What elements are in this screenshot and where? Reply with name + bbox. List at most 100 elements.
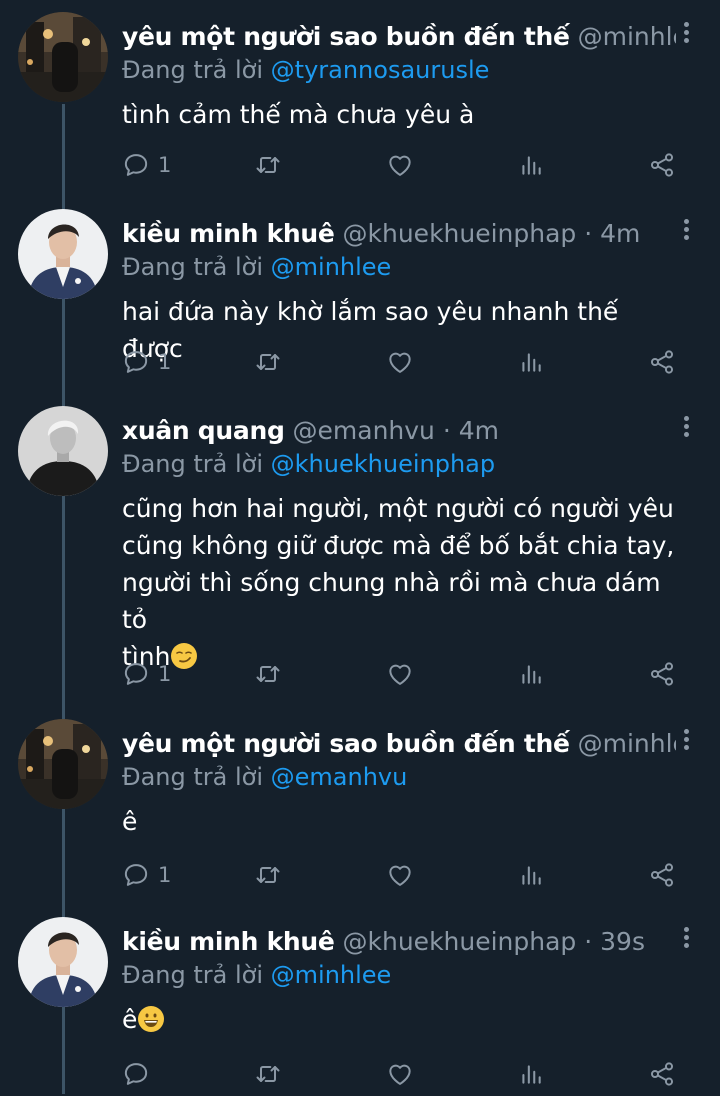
retweet-icon bbox=[254, 861, 282, 889]
display-name[interactable]: yêu một người sao buồn đến thế bbox=[122, 22, 570, 51]
handle-meta[interactable]: @minhlee ·... bbox=[578, 22, 676, 51]
stats-icon bbox=[518, 348, 544, 376]
avatar[interactable] bbox=[18, 209, 108, 299]
more-options-icon[interactable] bbox=[682, 219, 690, 249]
share-button[interactable] bbox=[648, 148, 676, 182]
reply-prefix: Đang trả lời bbox=[122, 56, 264, 84]
handle-meta[interactable]: @minhlee ·... bbox=[578, 729, 676, 758]
reply-button[interactable]: 1 bbox=[122, 858, 171, 892]
tweet[interactable]: yêu một người sao buồn đến thế @minhlee … bbox=[0, 719, 720, 907]
retweet-button[interactable] bbox=[254, 345, 282, 379]
tweet-header: kiều minh khuê @khuekhueinphap · 39s bbox=[122, 925, 676, 959]
reply-mention[interactable]: @minhlee bbox=[271, 253, 392, 281]
tweet[interactable]: xuân quang @emanhvu · 4m Đang trả lời @k… bbox=[0, 406, 720, 706]
like-button[interactable] bbox=[386, 1057, 414, 1091]
display-name[interactable]: kiều minh khuê bbox=[122, 219, 335, 248]
handle-meta[interactable]: @khuekhueinphap · 4m bbox=[343, 219, 641, 248]
reply-context: Đang trả lời @emanhvu bbox=[122, 761, 407, 793]
more-options-icon[interactable] bbox=[682, 927, 690, 957]
share-button[interactable] bbox=[648, 1057, 676, 1091]
reply-button[interactable]: 1 bbox=[122, 657, 171, 691]
action-bar: 1 bbox=[122, 345, 682, 379]
reply-mention[interactable]: @emanhvu bbox=[271, 763, 408, 791]
like-button[interactable] bbox=[386, 148, 414, 182]
like-button[interactable] bbox=[386, 657, 414, 691]
share-icon bbox=[648, 348, 676, 376]
share-button[interactable] bbox=[648, 858, 676, 892]
views-button[interactable] bbox=[518, 657, 544, 691]
handle-meta[interactable]: @khuekhueinphap · 39s bbox=[343, 927, 645, 956]
reply-button[interactable] bbox=[122, 1057, 158, 1091]
retweet-button[interactable] bbox=[254, 657, 282, 691]
share-icon bbox=[648, 861, 676, 889]
stats-icon bbox=[518, 1060, 544, 1088]
action-bar: 1 bbox=[122, 858, 682, 892]
reply-prefix: Đang trả lời bbox=[122, 763, 264, 791]
reply-context: Đang trả lời @tyrannosaurusle bbox=[122, 54, 489, 86]
tweet-text-content: ê bbox=[122, 1005, 138, 1034]
reply-icon bbox=[122, 151, 150, 179]
views-button[interactable] bbox=[518, 858, 544, 892]
reply-prefix: Đang trả lời bbox=[122, 961, 264, 989]
reply-button[interactable]: 1 bbox=[122, 345, 171, 379]
more-options-icon[interactable] bbox=[682, 22, 690, 52]
reply-button[interactable]: 1 bbox=[122, 148, 171, 182]
avatar[interactable] bbox=[18, 917, 108, 1007]
reply-prefix: Đang trả lời bbox=[122, 253, 264, 281]
handle-meta[interactable]: @emanhvu · 4m bbox=[293, 416, 499, 445]
views-button[interactable] bbox=[518, 148, 544, 182]
retweet-icon bbox=[254, 660, 282, 688]
views-button[interactable] bbox=[518, 345, 544, 379]
like-button[interactable] bbox=[386, 345, 414, 379]
reply-icon bbox=[122, 660, 150, 688]
tweet-header: xuân quang @emanhvu · 4m bbox=[122, 414, 676, 448]
retweet-button[interactable] bbox=[254, 1057, 282, 1091]
reply-icon bbox=[122, 348, 150, 376]
man-in-suit-avatar-image bbox=[18, 917, 108, 1007]
action-bar: 1 bbox=[122, 657, 682, 691]
stats-icon bbox=[518, 151, 544, 179]
tweet-header: kiều minh khuê @khuekhueinphap · 4m bbox=[122, 217, 676, 251]
share-button[interactable] bbox=[648, 345, 676, 379]
display-name[interactable]: kiều minh khuê bbox=[122, 927, 335, 956]
share-icon bbox=[648, 660, 676, 688]
avatar[interactable] bbox=[18, 406, 108, 496]
heart-icon bbox=[386, 348, 414, 376]
city-photo-avatar-image bbox=[18, 12, 108, 102]
reply-prefix: Đang trả lời bbox=[122, 450, 264, 478]
more-options-icon[interactable] bbox=[682, 416, 690, 446]
tweet-text: tình cảm thế mà chưa yêu à bbox=[122, 100, 475, 129]
retweet-button[interactable] bbox=[254, 858, 282, 892]
retweet-icon bbox=[254, 151, 282, 179]
retweet-icon bbox=[254, 348, 282, 376]
heart-icon bbox=[386, 1060, 414, 1088]
reply-mention[interactable]: @minhlee bbox=[271, 961, 392, 989]
action-bar bbox=[122, 1057, 682, 1091]
tweet[interactable]: kiều minh khuê @khuekhueinphap · 4m Đang… bbox=[0, 209, 720, 397]
tweet[interactable]: kiều minh khuê @khuekhueinphap · 39s Đan… bbox=[0, 917, 720, 1096]
heart-icon bbox=[386, 861, 414, 889]
like-button[interactable] bbox=[386, 858, 414, 892]
retweet-button[interactable] bbox=[254, 148, 282, 182]
tweet-header: yêu một người sao buồn đến thế @minhlee … bbox=[122, 727, 676, 761]
reply-context: Đang trả lời @khuekhueinphap bbox=[122, 448, 495, 480]
reply-context: Đang trả lời @minhlee bbox=[122, 959, 391, 991]
reply-count: 1 bbox=[158, 662, 172, 686]
action-bar: 1 bbox=[122, 148, 682, 182]
tweet-text: ê bbox=[122, 1001, 680, 1038]
reply-count: 1 bbox=[158, 863, 172, 887]
display-name[interactable]: xuân quang bbox=[122, 416, 285, 445]
heart-icon bbox=[386, 151, 414, 179]
avatar[interactable] bbox=[18, 719, 108, 809]
more-options-icon[interactable] bbox=[682, 729, 690, 759]
share-icon bbox=[648, 1060, 676, 1088]
reply-mention[interactable]: @khuekhueinphap bbox=[271, 450, 495, 478]
display-name[interactable]: yêu một người sao buồn đến thế bbox=[122, 729, 570, 758]
avatar[interactable] bbox=[18, 12, 108, 102]
share-button[interactable] bbox=[648, 657, 676, 691]
city-photo-avatar-image bbox=[18, 719, 108, 809]
reply-mention[interactable]: @tyrannosaurusle bbox=[271, 56, 490, 84]
tweet[interactable]: yêu một người sao buồn đến thế @minhlee … bbox=[0, 12, 720, 200]
reply-count: 1 bbox=[158, 350, 172, 374]
views-button[interactable] bbox=[518, 1057, 544, 1091]
